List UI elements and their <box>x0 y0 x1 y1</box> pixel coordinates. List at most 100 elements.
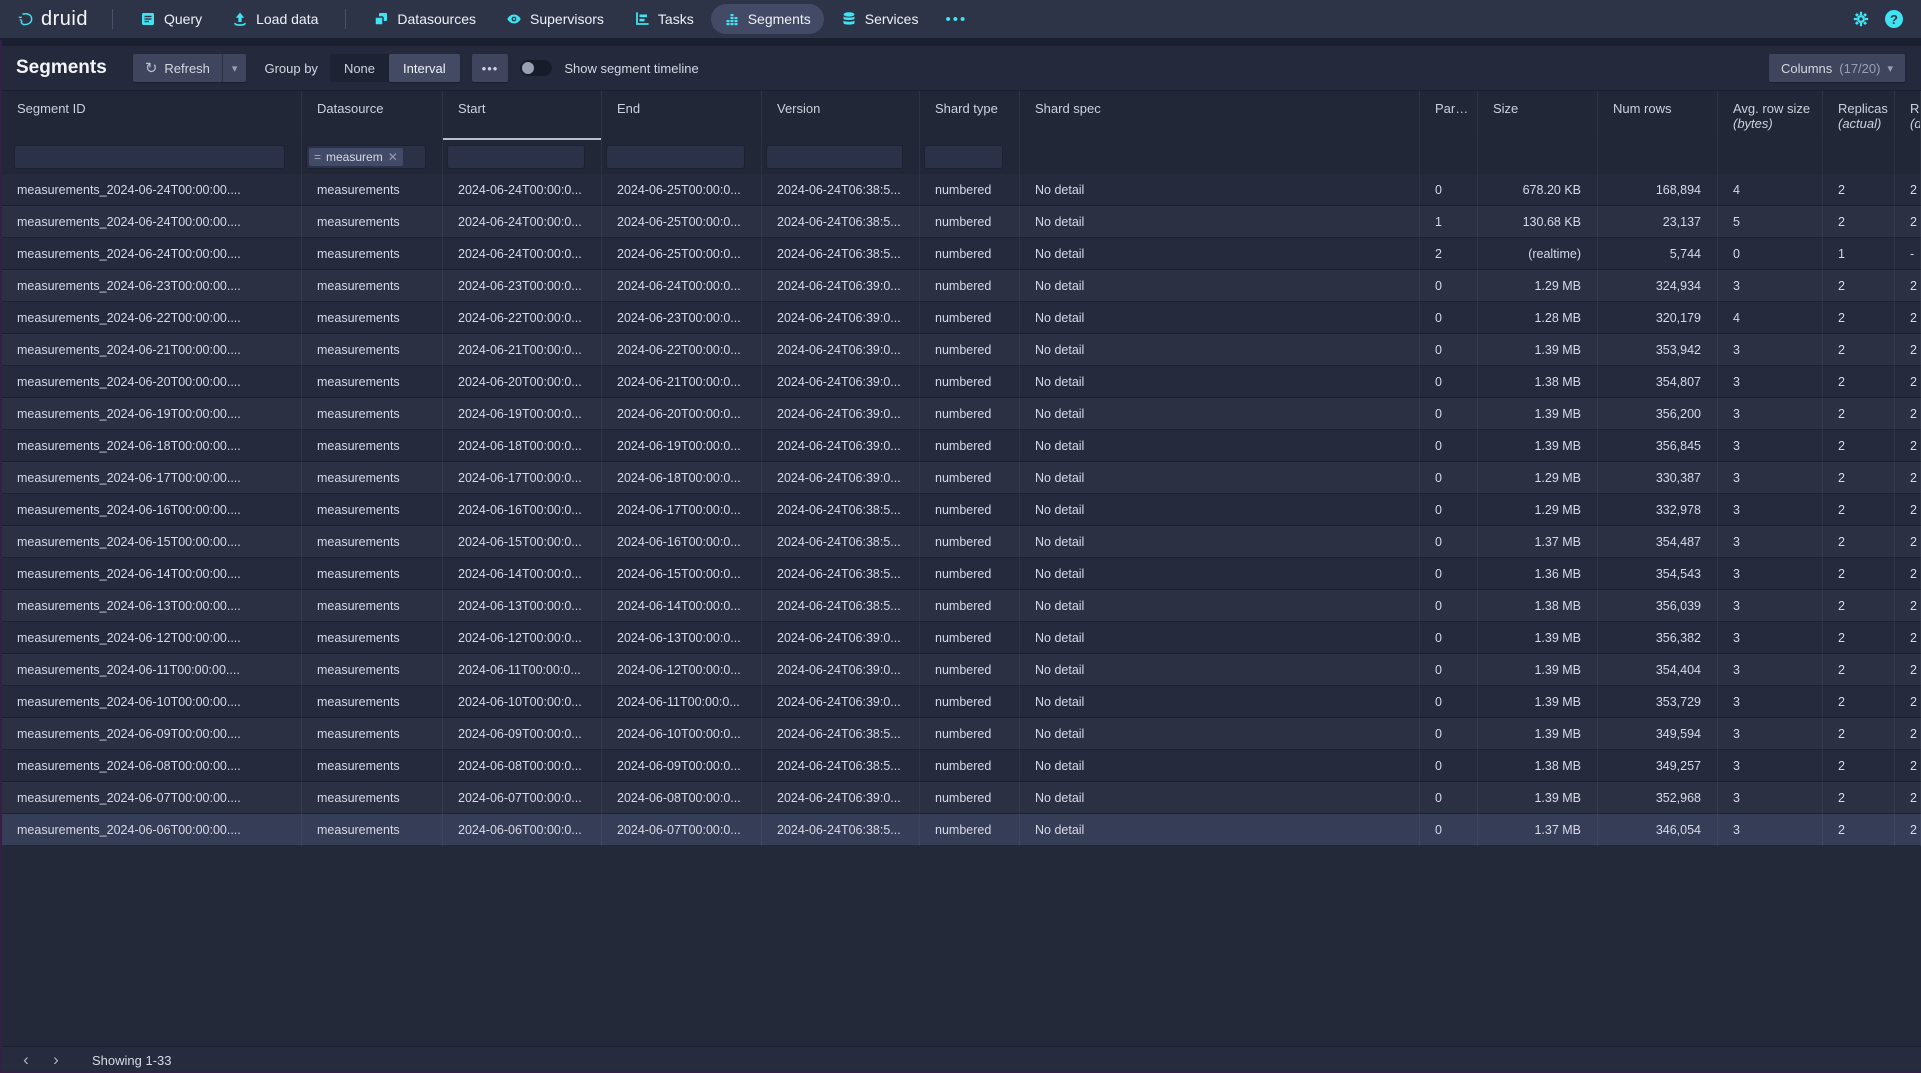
table-row[interactable]: measurements_2024-06-24T00:00:00....meas… <box>0 206 1921 238</box>
table-row[interactable]: measurements_2024-06-24T00:00:00....meas… <box>0 238 1921 270</box>
cell-partition: 0 <box>1420 334 1478 366</box>
nav-item-services[interactable]: Services <box>828 4 932 34</box>
nav-more-button[interactable]: ••• <box>935 11 977 28</box>
columns-button[interactable]: Columns (17/20) ▾ <box>1769 54 1905 82</box>
cell-shard-type: numbered <box>920 526 1020 558</box>
cell-partition: 0 <box>1420 366 1478 398</box>
table-row[interactable]: measurements_2024-06-24T00:00:00....meas… <box>0 174 1921 206</box>
nav-separator <box>0 38 1921 46</box>
nav-item-datasources[interactable]: Datasources <box>360 4 489 34</box>
prev-page-button[interactable]: ‹ <box>14 1049 38 1071</box>
col-header-num-rows[interactable]: Num rows <box>1598 91 1718 140</box>
col-header-avg-row-size[interactable]: Avg. row size(bytes) <box>1718 91 1823 140</box>
table-row[interactable]: measurements_2024-06-07T00:00:00....meas… <box>0 782 1921 814</box>
filter-input-end[interactable] <box>606 145 745 169</box>
cell-num-rows: 356,039 <box>1598 590 1718 622</box>
cell-version: 2024-06-24T06:38:5... <box>762 750 920 782</box>
tasks-icon <box>634 11 650 27</box>
filter-input-datasource[interactable]: = measurem ✕ <box>306 145 426 169</box>
col-header-end[interactable]: End <box>602 91 762 140</box>
col-header-start[interactable]: Start <box>443 91 602 140</box>
cell-replication-factor: 2 <box>1895 206 1921 238</box>
nav-item-segments[interactable]: Segments <box>711 4 824 34</box>
cell-size: 678.20 KB <box>1478 174 1598 206</box>
cell-replication-factor: 2 <box>1895 494 1921 526</box>
query-icon <box>140 11 156 27</box>
cell-version: 2024-06-24T06:38:5... <box>762 174 920 206</box>
col-header-version[interactable]: Version <box>762 91 920 140</box>
nav-item-label: Datasources <box>397 11 476 27</box>
datasource-filter-tag[interactable]: = measurem ✕ <box>309 148 403 166</box>
filter-input-shard-type[interactable] <box>924 145 1003 169</box>
druid-logo[interactable]: druid <box>12 8 98 31</box>
table-row[interactable]: measurements_2024-06-16T00:00:00....meas… <box>0 494 1921 526</box>
refresh-interval-dropdown[interactable]: ▾ <box>222 54 247 82</box>
table-row[interactable]: measurements_2024-06-12T00:00:00....meas… <box>0 622 1921 654</box>
equals-icon: = <box>314 150 321 164</box>
cell-segment-id: measurements_2024-06-08T00:00:00.... <box>0 750 302 782</box>
cell-version: 2024-06-24T06:38:5... <box>762 526 920 558</box>
cell-segment-id: measurements_2024-06-22T00:00:00.... <box>0 302 302 334</box>
gear-icon[interactable] <box>1853 11 1869 27</box>
table-row[interactable]: measurements_2024-06-08T00:00:00....meas… <box>0 750 1921 782</box>
cell-start: 2024-06-15T00:00:0... <box>443 526 602 558</box>
table-row[interactable]: measurements_2024-06-10T00:00:00....meas… <box>0 686 1921 718</box>
nav-item-load-data[interactable]: Load data <box>219 4 331 34</box>
table-row[interactable]: measurements_2024-06-19T00:00:00....meas… <box>0 398 1921 430</box>
cell-avg-row-size: 0 <box>1718 238 1823 270</box>
cell-num-rows: 320,179 <box>1598 302 1718 334</box>
more-actions-button[interactable]: ••• <box>472 54 509 82</box>
table-row[interactable]: measurements_2024-06-17T00:00:00....meas… <box>0 462 1921 494</box>
showing-range-label: Showing 1-33 <box>92 1053 172 1068</box>
close-icon[interactable]: ✕ <box>388 150 398 164</box>
table-row[interactable]: measurements_2024-06-21T00:00:00....meas… <box>0 334 1921 366</box>
table-row[interactable]: measurements_2024-06-06T00:00:00....meas… <box>0 814 1921 846</box>
col-header-size[interactable]: Size <box>1478 91 1598 140</box>
cell-segment-id: measurements_2024-06-07T00:00:00.... <box>0 782 302 814</box>
table-row[interactable]: measurements_2024-06-11T00:00:00....meas… <box>0 654 1921 686</box>
cell-start: 2024-06-20T00:00:0... <box>443 366 602 398</box>
col-header-segment-id[interactable]: Segment ID <box>0 91 302 140</box>
group-by-none-option[interactable]: None <box>330 54 389 82</box>
cell-datasource: measurements <box>302 430 443 462</box>
cell-shard-type: numbered <box>920 302 1020 334</box>
col-header-shard-type[interactable]: Shard type <box>920 91 1020 140</box>
cell-num-rows: 324,934 <box>1598 270 1718 302</box>
table-row[interactable]: measurements_2024-06-20T00:00:00....meas… <box>0 366 1921 398</box>
cell-shard-spec: No detail <box>1020 686 1420 718</box>
bar-chart-icon <box>724 11 740 27</box>
col-header-partition[interactable]: Partition <box>1420 91 1478 140</box>
group-by-interval-option[interactable]: Interval <box>389 54 460 82</box>
nav-item-supervisors[interactable]: Supervisors <box>493 4 617 34</box>
cell-start: 2024-06-14T00:00:0... <box>443 558 602 590</box>
cell-version: 2024-06-24T06:39:0... <box>762 622 920 654</box>
col-header-shard-spec[interactable]: Shard spec <box>1020 91 1420 140</box>
cell-avg-row-size: 3 <box>1718 718 1823 750</box>
cell-replication-factor: 2 <box>1895 750 1921 782</box>
next-page-button[interactable]: › <box>44 1049 68 1071</box>
col-header-datasource[interactable]: Datasource <box>302 91 443 140</box>
filter-input-version[interactable] <box>766 145 903 169</box>
cell-shard-type: numbered <box>920 494 1020 526</box>
cell-end: 2024-06-15T00:00:0... <box>602 558 762 590</box>
nav-item-query[interactable]: Query <box>127 4 215 34</box>
cell-size: 1.39 MB <box>1478 782 1598 814</box>
cell-version: 2024-06-24T06:38:5... <box>762 494 920 526</box>
segment-timeline-toggle[interactable] <box>520 60 552 76</box>
help-icon[interactable]: ? <box>1885 10 1903 28</box>
table-row[interactable]: measurements_2024-06-14T00:00:00....meas… <box>0 558 1921 590</box>
table-row[interactable]: measurements_2024-06-13T00:00:00....meas… <box>0 590 1921 622</box>
table-row[interactable]: measurements_2024-06-23T00:00:00....meas… <box>0 270 1921 302</box>
col-header-replicas[interactable]: Replicas(actual) <box>1823 91 1895 140</box>
table-row[interactable]: measurements_2024-06-18T00:00:00....meas… <box>0 430 1921 462</box>
col-header-replication-factor[interactable]: Replication factor(desired) <box>1895 91 1921 140</box>
cell-shard-type: numbered <box>920 462 1020 494</box>
table-row[interactable]: measurements_2024-06-22T00:00:00....meas… <box>0 302 1921 334</box>
filter-input-segment-id[interactable] <box>14 145 285 169</box>
nav-item-tasks[interactable]: Tasks <box>621 4 707 34</box>
cell-partition: 0 <box>1420 494 1478 526</box>
table-row[interactable]: measurements_2024-06-15T00:00:00....meas… <box>0 526 1921 558</box>
table-row[interactable]: measurements_2024-06-09T00:00:00....meas… <box>0 718 1921 750</box>
filter-input-start[interactable] <box>447 145 585 169</box>
refresh-button[interactable]: ↻ Refresh <box>133 54 222 82</box>
